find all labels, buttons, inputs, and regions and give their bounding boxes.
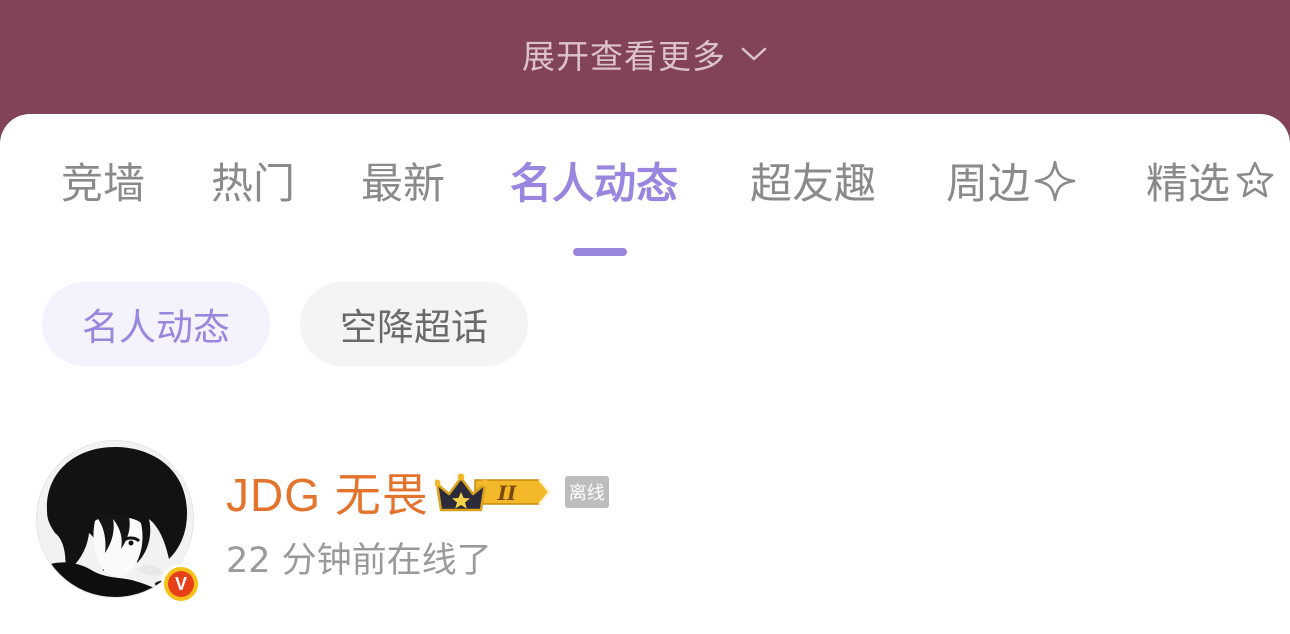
chip-airdrop-topic[interactable]: 空降超话: [300, 282, 528, 366]
tab-celebrity-updates[interactable]: 名人动态: [510, 150, 678, 211]
category-tabs: 竞墙 热门 最新 名人动态 超友趣 周边 精选: [0, 142, 1290, 256]
tab-hot[interactable]: 热门: [211, 150, 295, 211]
chip-celebrity-updates[interactable]: 名人动态: [42, 282, 270, 366]
verified-v-icon: V: [168, 571, 194, 597]
sparkle-star-icon: [1034, 160, 1076, 201]
tab-latest[interactable]: 最新: [361, 150, 445, 211]
tab-label: 超友趣: [750, 159, 877, 208]
active-tab-indicator: [573, 248, 627, 256]
tab-jingqiang[interactable]: 竞墙: [61, 150, 145, 211]
top-banner: 展开查看更多: [0, 0, 1290, 130]
level-badge-text: II: [496, 481, 516, 505]
tab-label: 竞墙: [61, 159, 146, 208]
expand-more-label: 展开查看更多: [522, 37, 726, 76]
crown-level-badge-icon: II: [434, 473, 551, 512]
tab-label: 热门: [211, 159, 296, 208]
expand-more-button[interactable]: 展开查看更多: [0, 28, 1290, 80]
tab-label: 精选: [1146, 159, 1231, 208]
status-badge: 离线: [564, 476, 609, 508]
tab-label: 最新: [361, 159, 446, 208]
chevron-down-icon: [741, 47, 767, 61]
tab-friends-fun[interactable]: 超友趣: [750, 150, 876, 211]
chip-label: 空降超话: [340, 306, 488, 349]
tab-label: 名人动态: [510, 159, 679, 208]
tab-label: 周边: [946, 159, 1031, 208]
content-sheet: 竞墙 热门 最新 名人动态 超友趣 周边 精选 名人动态 空降超话 V JDG …: [0, 114, 1290, 634]
user-name[interactable]: JDG 无畏: [226, 459, 429, 525]
tab-featured[interactable]: 精选: [1146, 150, 1278, 211]
user-name-line: JDG 无畏 II 离线: [226, 460, 609, 524]
chip-label: 名人动态: [82, 306, 230, 349]
star-badge-icon: [1236, 161, 1274, 197]
user-entry[interactable]: V JDG 无畏 II 离线 22 分钟前在线了: [0, 440, 1290, 610]
tab-merch[interactable]: 周边: [946, 150, 1078, 211]
last-online-text: 22 分钟前在线了: [226, 541, 492, 581]
verified-badge: V: [161, 564, 201, 604]
